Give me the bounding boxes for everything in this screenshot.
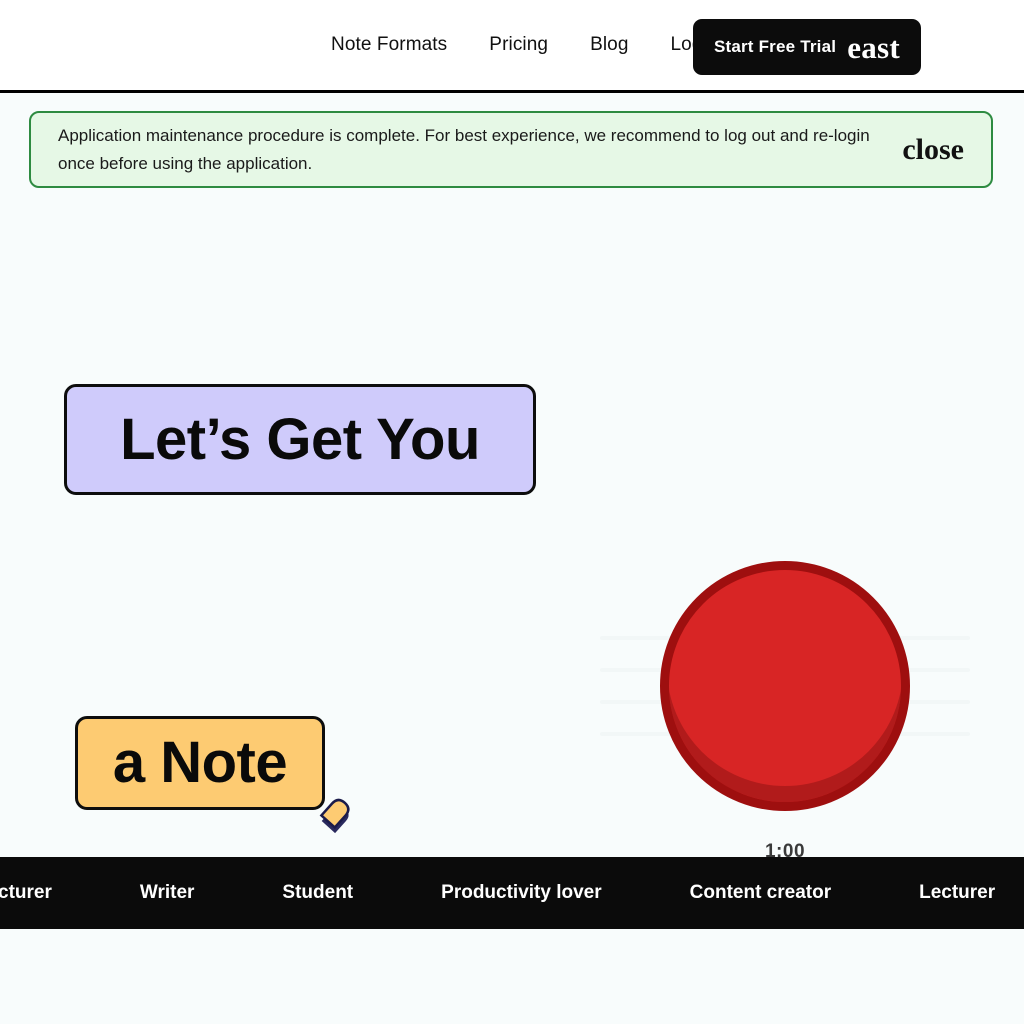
cta-label: Start Free Trial: [713, 37, 837, 56]
banner-close-button[interactable]: close: [902, 134, 964, 165]
headline-highlight-primary: Let’s Get You: [64, 384, 536, 495]
nav-link-note-formats[interactable]: Note Formats: [310, 34, 468, 56]
marquee-track: cturer Writer Student Productivity lover…: [0, 882, 1024, 904]
marquee-item: Writer: [139, 882, 195, 903]
record-button[interactable]: [660, 561, 910, 811]
headline-line-1: Let’s Get You: [120, 406, 480, 472]
marquee-item: Productivity lover: [441, 882, 602, 903]
recorder-widget: 1:00: [660, 561, 910, 863]
marquee-item: cturer: [0, 882, 52, 903]
marquee-item: Lecturer: [919, 882, 996, 903]
footer-spacer: [0, 930, 1024, 1024]
headline-highlight-secondary: a Note: [75, 716, 325, 810]
main-navigation: Note Formats Pricing Blog Login: [310, 0, 739, 90]
banner-message: Application maintenance procedure is com…: [58, 125, 870, 173]
headline-line-2: a Note: [112, 730, 288, 795]
marquee-item: Content creator: [689, 882, 832, 903]
nav-link-pricing[interactable]: Pricing: [468, 34, 569, 56]
roles-marquee: cturer Writer Student Productivity lover…: [0, 857, 1024, 929]
brand-wordmark: east: [847, 29, 901, 65]
note-tag-icon: [313, 792, 361, 840]
hero-section: Let’s Get You a Note Shall we? 1:00: [0, 188, 1024, 915]
site-header: Note Formats Pricing Blog Login Start Fr…: [0, 0, 1024, 93]
maintenance-banner: Application maintenance procedure is com…: [29, 111, 993, 188]
start-free-trial-button[interactable]: Start Free Trial east: [693, 19, 921, 75]
marquee-item: Student: [282, 882, 354, 903]
nav-link-blog[interactable]: Blog: [569, 34, 649, 56]
